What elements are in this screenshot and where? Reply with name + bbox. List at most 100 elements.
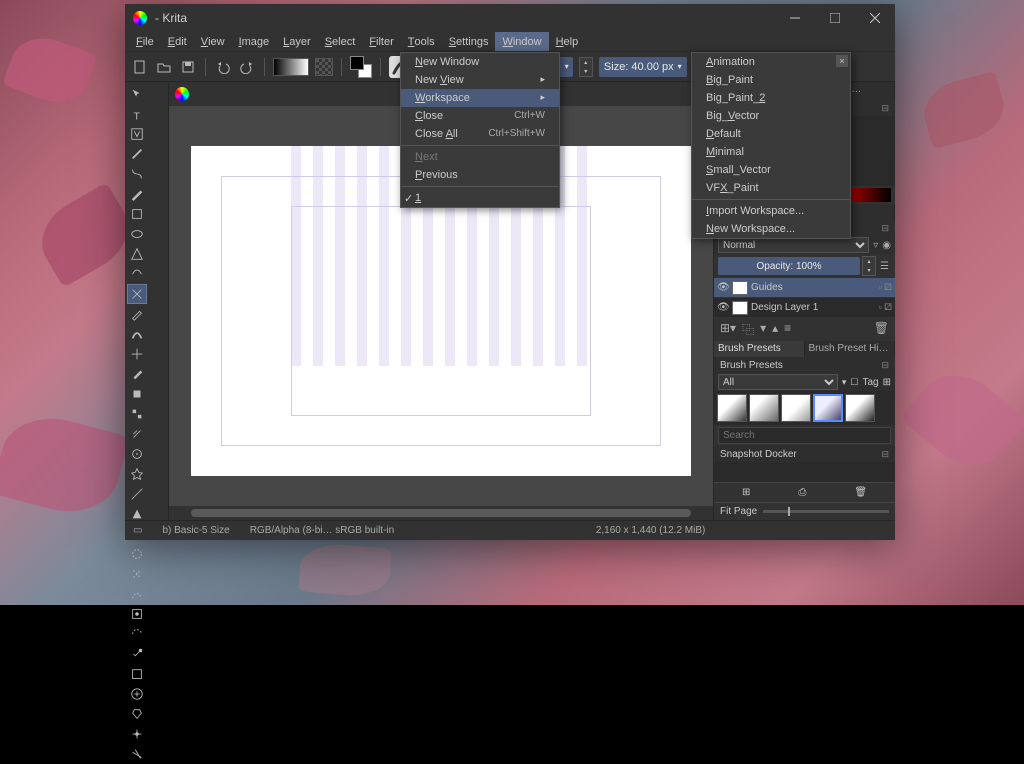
reference-tool[interactable] — [127, 724, 147, 744]
layer-menu-icon[interactable]: ☰ — [878, 261, 891, 272]
submenu-close-icon[interactable]: × — [836, 55, 848, 67]
save-icon[interactable] — [179, 58, 197, 76]
menu-filter[interactable]: Filter — [362, 32, 400, 51]
tag-checkbox[interactable]: ☐ — [850, 377, 858, 388]
menu-item-new-window[interactable]: New Window — [401, 53, 559, 71]
pan-tool[interactable] — [127, 704, 147, 724]
undo-icon[interactable] — [214, 58, 232, 76]
menu-item-import-workspace-[interactable]: Import Workspace... — [692, 202, 850, 220]
menu-item-close-all[interactable]: Close AllCtrl+Shift+W — [401, 125, 559, 143]
zoom-tool[interactable] — [127, 684, 147, 704]
brush-preset-grid[interactable] — [714, 391, 895, 425]
toolbox[interactable]: T — [125, 82, 169, 520]
pencil-tool[interactable] — [127, 304, 147, 324]
add-layer-icon[interactable]: ⊞▾ — [720, 321, 736, 338]
edit-shapes-tool[interactable] — [127, 144, 147, 164]
workspace-submenu[interactable]: × AnimationBig_PaintBig_Paint_2Big_Vecto… — [691, 52, 851, 239]
menu-item-default[interactable]: Default — [692, 125, 850, 143]
layer-list[interactable]: 👁Guides▫ ⚂👁Design Layer 1▫ ⚂ — [714, 278, 895, 318]
menu-item-vfx-paint[interactable]: VFX_Paint — [692, 179, 850, 197]
zoom-controls[interactable]: Fit Page — [714, 502, 895, 520]
opacity-spinner[interactable]: ▴▾ — [579, 57, 593, 77]
layer-row[interactable]: 👁Design Layer 1▫ ⚂ — [714, 298, 895, 318]
menu-item-minimal[interactable]: Minimal — [692, 143, 850, 161]
menu-item-small-vector[interactable]: Small_Vector — [692, 161, 850, 179]
ellipse-select-tool[interactable] — [127, 544, 147, 564]
polygon-tool[interactable] — [127, 244, 147, 264]
selection-mode-icon[interactable]: ▭ — [133, 525, 142, 536]
delete-snapshot-icon[interactable]: 🗑 — [854, 487, 867, 498]
brush-preset[interactable] — [781, 394, 811, 422]
pattern-swatch[interactable] — [315, 58, 333, 76]
visibility-icon[interactable]: 👁 — [717, 302, 729, 314]
color-swap[interactable] — [350, 56, 372, 78]
brush-tool[interactable] — [127, 184, 147, 204]
fill-tool[interactable] — [127, 384, 147, 404]
contiguous-select-tool[interactable] — [127, 604, 147, 624]
preset-filter-select[interactable]: All — [718, 374, 838, 390]
menu-item-big-paint[interactable]: Big_Paint — [692, 71, 850, 89]
menu-item-big-paint-2[interactable]: Big_Paint_2 — [692, 89, 850, 107]
multibrush-tool[interactable] — [127, 344, 147, 364]
layer-lock-icon[interactable]: ▫ ⚂ — [878, 302, 892, 313]
snapshot-docker[interactable] — [714, 462, 895, 482]
undock-icon[interactable]: ⊟ — [881, 223, 889, 234]
properties-icon[interactable]: ≡ — [784, 321, 791, 338]
measure-tool[interactable] — [127, 744, 147, 764]
preset-search-input[interactable] — [718, 427, 891, 444]
menu-item-close[interactable]: CloseCtrl+W — [401, 107, 559, 125]
close-button[interactable] — [855, 4, 895, 32]
bezier-tool[interactable] — [127, 284, 147, 304]
storage-icon[interactable]: ⊞ — [883, 377, 891, 388]
menu-item-big-vector[interactable]: Big_Vector — [692, 107, 850, 125]
zoom-slider[interactable] — [763, 510, 889, 513]
menu-image[interactable]: Image — [232, 32, 277, 51]
color-picker-tool[interactable] — [127, 444, 147, 464]
magnetic-select-tool[interactable] — [127, 664, 147, 684]
duplicate-layer-icon[interactable]: ⿻ — [742, 321, 754, 338]
camera-icon[interactable]: ⎙ — [798, 487, 806, 498]
brush-preset[interactable] — [845, 394, 875, 422]
horizontal-scrollbar[interactable] — [169, 506, 713, 520]
brush-preset[interactable] — [749, 394, 779, 422]
crop-tool[interactable] — [127, 364, 147, 384]
tab-brush-presets[interactable]: Brush Presets — [714, 341, 805, 357]
tab-brush-history[interactable]: Brush Preset History — [805, 341, 896, 357]
brush-preset[interactable] — [813, 394, 843, 422]
layer-buttons[interactable]: ⊞▾ ⿻ ▾ ▴ ≡ 🗑 — [714, 318, 895, 341]
similar-select-tool[interactable] — [127, 624, 147, 644]
menu-item-new-workspace-[interactable]: New Workspace... — [692, 220, 850, 238]
gradient-tool[interactable] — [127, 424, 147, 444]
window-menu-dropdown[interactable]: New WindowNew View▸Workspace▸CloseCtrl+W… — [400, 52, 560, 208]
titlebar[interactable]: - Krita — [125, 4, 895, 32]
blend-mode-select[interactable]: Normal — [718, 237, 869, 253]
gradient-swatch[interactable] — [273, 58, 309, 76]
bezier-select-tool[interactable] — [127, 644, 147, 664]
pattern-edit-tool[interactable] — [127, 404, 147, 424]
smart-fill-tool[interactable] — [127, 464, 147, 484]
menu-settings[interactable]: Settings — [442, 32, 496, 51]
fit-page-label[interactable]: Fit Page — [720, 506, 757, 517]
menu-view[interactable]: View — [194, 32, 232, 51]
undock-icon[interactable]: ⊟ — [881, 449, 889, 460]
menu-item-previous[interactable]: Previous — [401, 166, 559, 184]
menu-window[interactable]: Window — [495, 32, 548, 51]
freehand-select-tool[interactable] — [127, 564, 147, 584]
line-tool[interactable] — [127, 484, 147, 504]
size-slider[interactable]: Size: 40.00 px▾ — [599, 57, 687, 77]
rectangle-tool[interactable] — [127, 204, 147, 224]
menu-item-1[interactable]: ✓1 — [401, 189, 559, 207]
layer-row[interactable]: 👁Guides▫ ⚂ — [714, 278, 895, 298]
menu-file[interactable]: File — [129, 32, 161, 51]
dropper-icon[interactable]: ◉ — [882, 240, 891, 251]
menu-tools[interactable]: Tools — [401, 32, 442, 51]
brush-preset[interactable] — [717, 394, 747, 422]
redo-icon[interactable] — [238, 58, 256, 76]
move-down-icon[interactable]: ▾ — [760, 321, 766, 338]
poly-select-tool[interactable] — [127, 584, 147, 604]
delete-layer-icon[interactable]: 🗑 — [874, 321, 889, 338]
new-doc-icon[interactable] — [131, 58, 149, 76]
add-snapshot-icon[interactable]: ⊞ — [742, 487, 750, 498]
menu-item-workspace[interactable]: Workspace▸ — [401, 89, 559, 107]
visibility-icon[interactable]: 👁 — [717, 282, 729, 294]
